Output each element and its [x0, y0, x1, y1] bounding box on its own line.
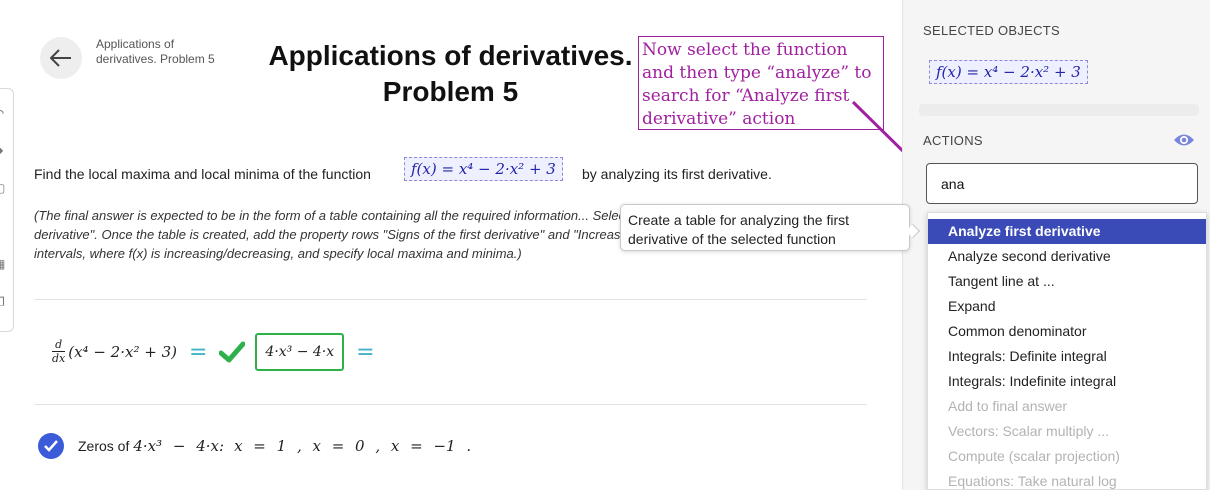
- equals-sign: =: [188, 339, 208, 365]
- annotation-callout: Now select the function and then type “a…: [638, 36, 884, 130]
- undo-icon[interactable]: ↶: [0, 107, 8, 121]
- menu-item[interactable]: Analyze first derivative: [928, 219, 1206, 244]
- problem-text-after: by analyzing its first derivative.: [582, 166, 772, 182]
- divider: [34, 404, 867, 405]
- menu-item: Compute (scalar projection): [948, 448, 1120, 464]
- check-icon: [219, 341, 246, 363]
- function-chip[interactable]: f(x) = x⁴ − 2·x² + 3: [404, 157, 563, 181]
- layers-icon[interactable]: ❐: [0, 295, 8, 309]
- zeros-row: Zeros of 4·x³ − 4·x: x = 1 , x = 0 , x =…: [38, 432, 471, 460]
- grid-icon[interactable]: ▦: [0, 257, 8, 271]
- arrow-left-icon: [50, 49, 71, 67]
- equals-sign-2[interactable]: =: [356, 340, 374, 365]
- menu-item[interactable]: Integrals: Indefinite integral: [928, 369, 1206, 394]
- actions-label: ACTIONS: [923, 133, 983, 148]
- panel-separator: [919, 104, 1199, 116]
- copy-icon[interactable]: ▢: [0, 181, 8, 195]
- divider: [34, 299, 867, 300]
- action-search-input[interactable]: [926, 163, 1198, 204]
- menu-item[interactable]: Tangent line at ...: [928, 269, 1206, 294]
- check-circle-icon: [38, 433, 64, 459]
- problem-statement: Find the local maxima and local minima o…: [34, 157, 772, 182]
- menu-item[interactable]: Integrals: Definite integral: [928, 344, 1206, 369]
- page-title: Applications of derivatives. Problem 5: [268, 40, 633, 107]
- menu-item[interactable]: Analyze second derivative: [928, 244, 1206, 269]
- zeros-expression[interactable]: 4·x³ − 4·x:: [133, 437, 224, 455]
- zeros-label: Zeros of: [78, 438, 130, 454]
- eye-icon[interactable]: [1173, 132, 1195, 148]
- menu-item: Equations: Take natural log: [948, 473, 1117, 489]
- menu-item: Add to final answer: [948, 398, 1068, 414]
- diamond-icon[interactable]: ◆: [0, 143, 8, 157]
- selected-object-chip[interactable]: f(x) = x⁴ − 2·x² + 3: [929, 60, 1088, 84]
- derivative-expression[interactable]: (x⁴ − 2·x² + 3): [68, 343, 177, 361]
- derivative-result-box[interactable]: 4·x³ − 4·x: [255, 333, 345, 371]
- menu-item: Vectors: Scalar multiply ...: [948, 423, 1110, 439]
- action-menu: Analyze first derivative Analyze second d…: [927, 212, 1207, 490]
- zeros-roots[interactable]: x = 1 , x = 0 , x = −1 .: [234, 437, 471, 455]
- breadcrumb[interactable]: Applications of derivatives. Problem 5: [96, 37, 226, 67]
- left-toolbar: ↶ ◆ ▢ ▫ ▦ ❐: [0, 88, 14, 332]
- right-panel: SELECTED OBJECTS f(x) = x⁴ − 2·x² + 3 AC…: [902, 0, 1210, 490]
- problem-text-before: Find the local maxima and local minima o…: [34, 166, 371, 182]
- selected-objects-label: SELECTED OBJECTS: [923, 23, 1060, 38]
- menu-item[interactable]: Common denominator: [928, 319, 1206, 344]
- back-button[interactable]: [40, 37, 82, 79]
- action-tooltip: Create a table for analyzing the first d…: [620, 204, 910, 251]
- derivative-row: d dx (x⁴ − 2·x² + 3) = 4·x³ − 4·x =: [52, 330, 387, 374]
- menu-item[interactable]: Expand: [928, 294, 1206, 319]
- page-icon[interactable]: ▫: [0, 219, 8, 233]
- derivative-operator: d dx: [52, 338, 66, 365]
